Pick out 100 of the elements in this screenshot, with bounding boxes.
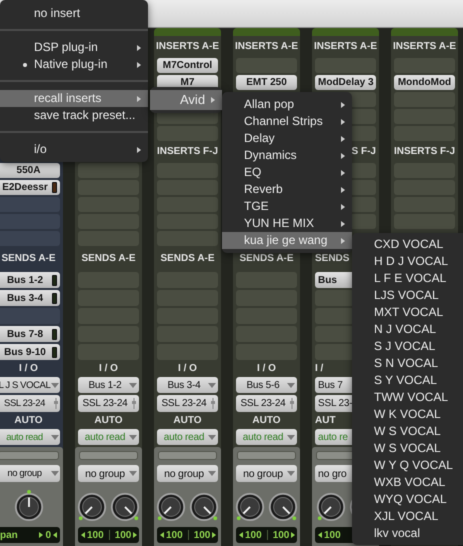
menu-item[interactable]: S J VOCAL	[352, 338, 463, 355]
meter-icon	[52, 274, 57, 286]
left-arrow-icon[interactable]	[81, 532, 85, 538]
insert-slot[interactable]: 550A	[0, 163, 60, 178]
menu-item[interactable]: S N VOCAL	[352, 355, 463, 372]
caret-icon	[129, 382, 137, 388]
pin-icon	[210, 398, 216, 409]
meter-icon	[52, 292, 57, 304]
pan-value: 0	[45, 530, 51, 540]
insert-slot[interactable]: E2Deessr	[0, 180, 60, 195]
menu-item[interactable]: kua jie ge wang	[222, 232, 352, 249]
menu-item[interactable]: save track preset...	[0, 107, 148, 124]
pan-knob[interactable]	[267, 490, 299, 522]
menu-item[interactable]: H D J VOCAL	[352, 253, 463, 270]
menu-item[interactable]: Reverb	[222, 181, 352, 198]
meter-icon	[52, 182, 57, 193]
menu-item[interactable]: MXT VOCAL	[352, 304, 463, 321]
pan-knob[interactable]	[109, 490, 141, 522]
section-header: INSERTS A-E	[235, 40, 298, 54]
left-arrow-icon[interactable]	[318, 532, 322, 538]
strip-cap	[391, 28, 458, 36]
pan-knob[interactable]	[12, 490, 44, 522]
caret-icon	[129, 434, 137, 440]
submenu-arrow-icon	[137, 45, 141, 51]
caret-icon	[51, 382, 59, 388]
send-slot[interactable]: Bus 7-8	[0, 326, 60, 342]
insert-slot[interactable]: M7Control	[157, 58, 218, 73]
output-selector[interactable]: SSL 23-24	[78, 395, 139, 412]
section-header: SENDS A-E	[160, 252, 215, 266]
submenu-arrow-icon	[137, 62, 141, 68]
caret-icon	[208, 471, 216, 476]
menu-item[interactable]: EQ	[222, 164, 352, 181]
group-selector[interactable]: no group	[78, 465, 139, 482]
right-arrow-icon[interactable]	[39, 532, 44, 538]
right-arrow-icon[interactable]	[212, 532, 216, 538]
menu-item[interactable]: YUN HE MIX	[222, 215, 352, 232]
menu-item[interactable]: N J VOCAL	[352, 321, 463, 338]
menu-item[interactable]: CXD VOCAL	[352, 236, 463, 253]
caret-icon	[287, 382, 295, 388]
left-arrow-icon[interactable]	[53, 532, 57, 538]
menu-item[interactable]: XJL VOCAL	[352, 508, 463, 525]
insert-slot[interactable]: EMT 250	[236, 75, 297, 90]
menu-item[interactable]: lkv vocal	[352, 525, 463, 542]
strip-cap	[154, 28, 221, 36]
menu-item[interactable]: Dynamics	[222, 147, 352, 164]
send-slot[interactable]: Bus 9-10	[0, 344, 60, 360]
output-selector[interactable]: SSL 23-24	[0, 395, 60, 412]
pan-knob[interactable]	[76, 490, 108, 522]
section-header: INSERTS A-E	[393, 40, 456, 54]
section-header: I / O	[99, 362, 118, 376]
submenu-arrow-icon	[341, 187, 345, 193]
menu-item[interactable]: i/o	[0, 141, 148, 158]
strip-bar	[79, 451, 138, 460]
group-selector[interactable]: no group	[0, 465, 60, 482]
send-slot[interactable]: Bus 1-2	[0, 272, 60, 288]
menu-item[interactable]: DSP plug-in	[0, 39, 148, 56]
left-arrow-icon[interactable]	[239, 532, 243, 538]
menu-item[interactable]: LJS VOCAL	[352, 287, 463, 304]
section-header: AUT	[315, 414, 336, 428]
right-arrow-icon[interactable]	[291, 532, 296, 538]
menu-item[interactable]: WYQ VOCAL	[352, 491, 463, 508]
pin-icon	[131, 398, 137, 409]
input-selector[interactable]: Bus 1-2	[78, 377, 139, 393]
menu-item[interactable]: no insert	[0, 5, 148, 22]
submenu-arrow-icon	[341, 136, 345, 142]
send-slot[interactable]: Bus 3-4	[0, 290, 60, 306]
input-selector[interactable]: Bus 3-4	[157, 377, 218, 393]
menu-item[interactable]: Allan pop	[222, 96, 352, 113]
pan-knob[interactable]	[234, 490, 266, 522]
insert-slot[interactable]: ModDelay 3	[315, 75, 376, 90]
group-selector[interactable]: no group	[236, 465, 297, 482]
section-header: INSERTS F-J	[156, 145, 218, 159]
section-header: AUTO	[14, 414, 43, 428]
insert-slot[interactable]: MondoMod	[394, 75, 455, 90]
output-selector[interactable]: SSL 23-24	[157, 395, 218, 412]
pan-knob[interactable]	[315, 490, 347, 522]
output-selector[interactable]: SSL 23-24	[236, 395, 297, 412]
menu-item[interactable]: Channel Strips	[222, 113, 352, 130]
submenu-arrow-icon	[137, 96, 141, 102]
menu-item[interactable]: TGE	[222, 198, 352, 215]
pan-knob[interactable]	[188, 490, 220, 522]
submenu-arrow-icon	[341, 170, 345, 176]
menu-item[interactable]: Native plug-in	[0, 56, 148, 73]
left-arrow-icon[interactable]	[160, 532, 164, 538]
right-arrow-icon[interactable]	[133, 532, 138, 538]
submenu-arrow-icon	[137, 147, 141, 153]
caret-icon	[287, 471, 295, 476]
caret-icon	[208, 382, 216, 388]
input-selector[interactable]: Bus 5-6	[236, 377, 297, 393]
group-selector[interactable]: no group	[157, 465, 218, 482]
pan-value: 100	[245, 530, 262, 540]
pan-knob[interactable]	[155, 490, 187, 522]
pan-value: 100	[166, 530, 183, 540]
insert-slot[interactable]	[78, 163, 139, 178]
pan-value: 100	[114, 530, 132, 540]
menu-item[interactable]: recall inserts	[0, 90, 148, 107]
menu-item[interactable]: Delay	[222, 130, 352, 147]
strip-bar	[237, 451, 296, 460]
pan-label: pan	[0, 530, 19, 540]
menu-item[interactable]: Avid	[150, 90, 222, 110]
